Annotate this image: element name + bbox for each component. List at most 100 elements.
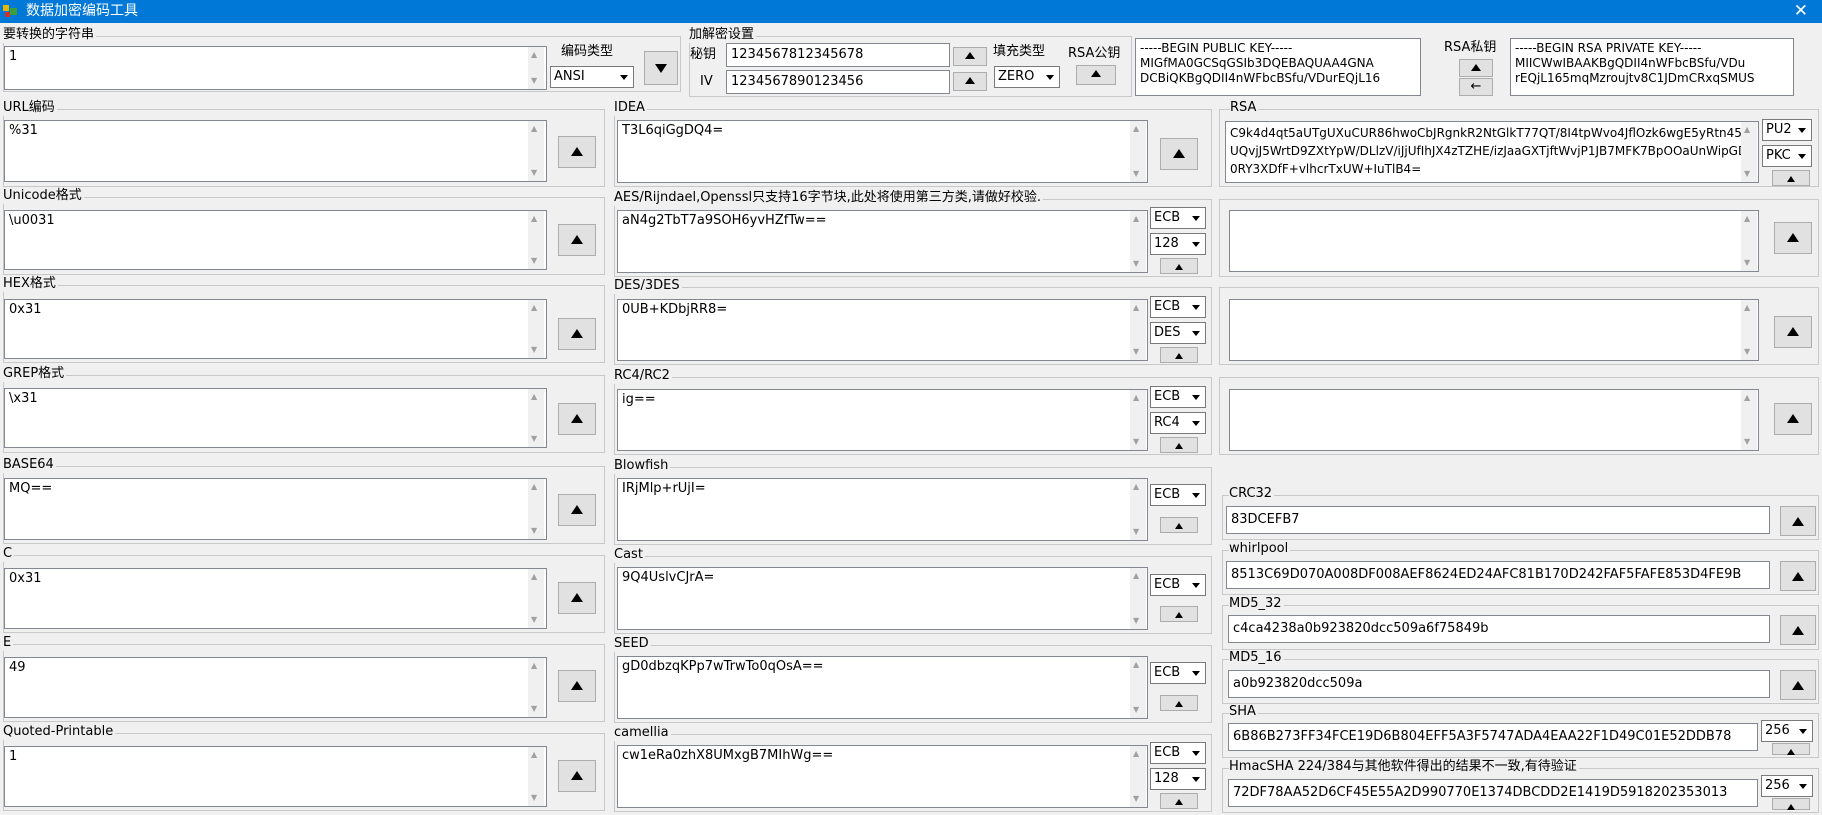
input-scrollbar[interactable]: ▲ ▼ — [528, 47, 544, 89]
rc4-scrollbar[interactable]: ▲ ▼ — [1130, 390, 1146, 450]
camellia-scrollbar[interactable]: ▲ ▼ — [1130, 746, 1146, 807]
idea-button[interactable] — [1160, 138, 1198, 170]
c-scrollbar[interactable]: ▲ ▼ — [528, 569, 544, 628]
md5-16-button[interactable] — [1780, 670, 1816, 700]
extra-scrollbar-2[interactable]: ▲ ▼ — [1741, 300, 1757, 360]
rsa-public-button[interactable] — [1076, 65, 1116, 85]
whirlpool-output[interactable]: 8513C69D070A008DF008AEF8624ED24AFC81B170… — [1226, 561, 1770, 589]
extra-scrollbar-3[interactable]: ▲ ▼ — [1741, 390, 1757, 450]
url-encode-button[interactable] — [558, 136, 596, 168]
hmac-output[interactable]: 72DF78AA52D6CF45E55A2D990770E1374DBCDD2E… — [1228, 779, 1758, 807]
unicode-scrollbar[interactable]: ▲ ▼ — [528, 211, 544, 269]
e-button[interactable] — [558, 670, 596, 702]
extra-button-2[interactable] — [1774, 316, 1812, 348]
extra-output-2[interactable] — [1229, 299, 1759, 361]
cast-scrollbar[interactable]: ▲ ▼ — [1130, 568, 1146, 629]
blowfish-output[interactable]: IRjMlp+rUjI= — [617, 478, 1148, 541]
rsa-private-key-textbox[interactable]: -----BEGIN RSA PRIVATE KEY----- MIICWwIB… — [1510, 38, 1794, 96]
extra-button-3[interactable] — [1774, 403, 1812, 435]
des-button[interactable] — [1160, 347, 1198, 363]
sha-bits-select[interactable]: 256 — [1761, 720, 1813, 742]
rsa-scrollbar[interactable]: ▲ ▼ — [1741, 122, 1757, 182]
e-output[interactable]: 49 — [4, 657, 547, 718]
quoted-printable-scrollbar[interactable]: ▲ ▼ — [528, 747, 544, 806]
extra-button-1[interactable] — [1774, 222, 1812, 254]
aes-output[interactable]: aN4g2TbT7a9SOH6yvHZfTw== — [617, 210, 1148, 273]
e-scrollbar[interactable]: ▲ ▼ — [528, 658, 544, 717]
rsa-option1-select[interactable]: PU2 — [1762, 119, 1812, 141]
rsa-public-key-textbox[interactable]: -----BEGIN PUBLIC KEY----- MIGfMA0GCSqGS… — [1135, 38, 1421, 96]
seed-mode-select[interactable]: ECB — [1150, 662, 1206, 684]
base64-button[interactable] — [558, 494, 596, 526]
idea-output[interactable]: T3L6qiGgDQ4= — [617, 120, 1148, 183]
extra-output-3[interactable] — [1229, 389, 1759, 451]
c-output[interactable]: 0x31 — [4, 568, 547, 629]
extra-output-1[interactable] — [1229, 210, 1759, 272]
url-encode-scrollbar[interactable]: ▲ ▼ — [528, 121, 544, 181]
hmac-bits-select[interactable]: 256 — [1761, 775, 1813, 797]
camellia-keysize-select[interactable]: 128 — [1150, 768, 1206, 790]
rsa-output[interactable]: C9k4d4qt5aUTgUXuCUR86hwoCbJRgnkR2NtGlkT7… — [1225, 121, 1759, 183]
aes-mode-select[interactable]: ECB — [1150, 207, 1206, 229]
unicode-output[interactable]: \u0031 — [4, 210, 547, 270]
aes-keysize-select[interactable]: 128 — [1150, 233, 1206, 255]
key-up-button[interactable] — [953, 47, 987, 66]
camellia-button[interactable] — [1160, 793, 1198, 809]
padding-select[interactable]: ZERO — [994, 66, 1060, 88]
seed-scrollbar[interactable]: ▲ ▼ — [1130, 657, 1146, 718]
rc4-button[interactable] — [1160, 437, 1198, 453]
url-encode-output[interactable]: %31 — [4, 120, 547, 182]
rc4-output[interactable]: ig== — [617, 389, 1148, 451]
grep-output[interactable]: \x31 — [4, 388, 547, 448]
des-output[interactable]: 0UB+KDbjRR8= — [617, 299, 1148, 361]
key-input[interactable]: 1234567812345678 — [726, 43, 950, 67]
base64-scrollbar[interactable]: ▲ ▼ — [528, 479, 544, 539]
des-scrollbar[interactable]: ▲ ▼ — [1130, 300, 1146, 360]
seed-button[interactable] — [1160, 695, 1198, 711]
rsa-option2-select[interactable]: PKC — [1762, 145, 1812, 167]
camellia-output[interactable]: cw1eRa0zhX8UMxgB7MIhWg== — [617, 745, 1148, 808]
sha-button[interactable] — [1772, 743, 1810, 755]
hex-button[interactable] — [558, 318, 596, 350]
rc4-type-select[interactable]: RC4 — [1150, 412, 1206, 434]
iv-up-button[interactable] — [953, 72, 987, 91]
rsa-private-up-button[interactable] — [1459, 59, 1493, 77]
des-type-select[interactable]: DES — [1150, 322, 1206, 344]
seed-output[interactable]: gD0dbzqKPp7wTrwTo0qOsA== — [617, 656, 1148, 719]
iv-input[interactable]: 1234567890123456 — [726, 70, 950, 94]
whirlpool-button[interactable] — [1780, 561, 1816, 591]
quoted-printable-button[interactable] — [558, 760, 596, 792]
input-textbox[interactable]: 1 — [4, 46, 547, 90]
close-icon[interactable]: ✕ — [1794, 1, 1808, 21]
grep-button[interactable] — [558, 403, 596, 435]
md5-32-button[interactable] — [1780, 615, 1816, 645]
aes-scrollbar[interactable]: ▲ ▼ — [1130, 211, 1146, 272]
idea-scrollbar[interactable]: ▲ ▼ — [1130, 121, 1146, 182]
blowfish-mode-select[interactable]: ECB — [1150, 484, 1206, 506]
hex-output[interactable]: 0x31 — [4, 299, 547, 359]
c-button[interactable] — [558, 582, 596, 614]
des-mode-select[interactable]: ECB — [1150, 296, 1206, 318]
grep-scrollbar[interactable]: ▲ ▼ — [528, 389, 544, 447]
cast-output[interactable]: 9Q4UslvCJrA= — [617, 567, 1148, 630]
rsa-button[interactable] — [1772, 170, 1810, 186]
extra-scrollbar-1[interactable]: ▲ ▼ — [1741, 211, 1757, 271]
crc32-output[interactable]: 83DCEFB7 — [1226, 506, 1770, 534]
base64-output[interactable]: MQ== — [4, 478, 547, 540]
blowfish-scrollbar[interactable]: ▲ ▼ — [1130, 479, 1146, 540]
md5-16-output[interactable]: a0b923820dcc509a — [1228, 670, 1770, 698]
sha-output[interactable]: 6B86B273FF34FCE19D6B804EFF5A3F5747ADA4EA… — [1228, 723, 1758, 751]
quoted-printable-output[interactable]: 1 — [4, 746, 547, 807]
hex-scrollbar[interactable]: ▲ ▼ — [528, 300, 544, 358]
md5-32-output[interactable]: c4ca4238a0b923820dcc509a6f75849b — [1228, 615, 1770, 643]
aes-button[interactable] — [1160, 258, 1198, 274]
rsa-private-left-button[interactable]: ← — [1459, 78, 1493, 96]
hmac-button[interactable] — [1772, 798, 1810, 810]
crc32-button[interactable] — [1780, 506, 1816, 536]
cast-mode-select[interactable]: ECB — [1150, 574, 1206, 596]
unicode-button[interactable] — [558, 224, 596, 256]
camellia-mode-select[interactable]: ECB — [1150, 742, 1206, 764]
encoding-select[interactable]: ANSI — [550, 66, 634, 88]
encode-down-button[interactable] — [644, 51, 678, 85]
cast-button[interactable] — [1160, 606, 1198, 622]
